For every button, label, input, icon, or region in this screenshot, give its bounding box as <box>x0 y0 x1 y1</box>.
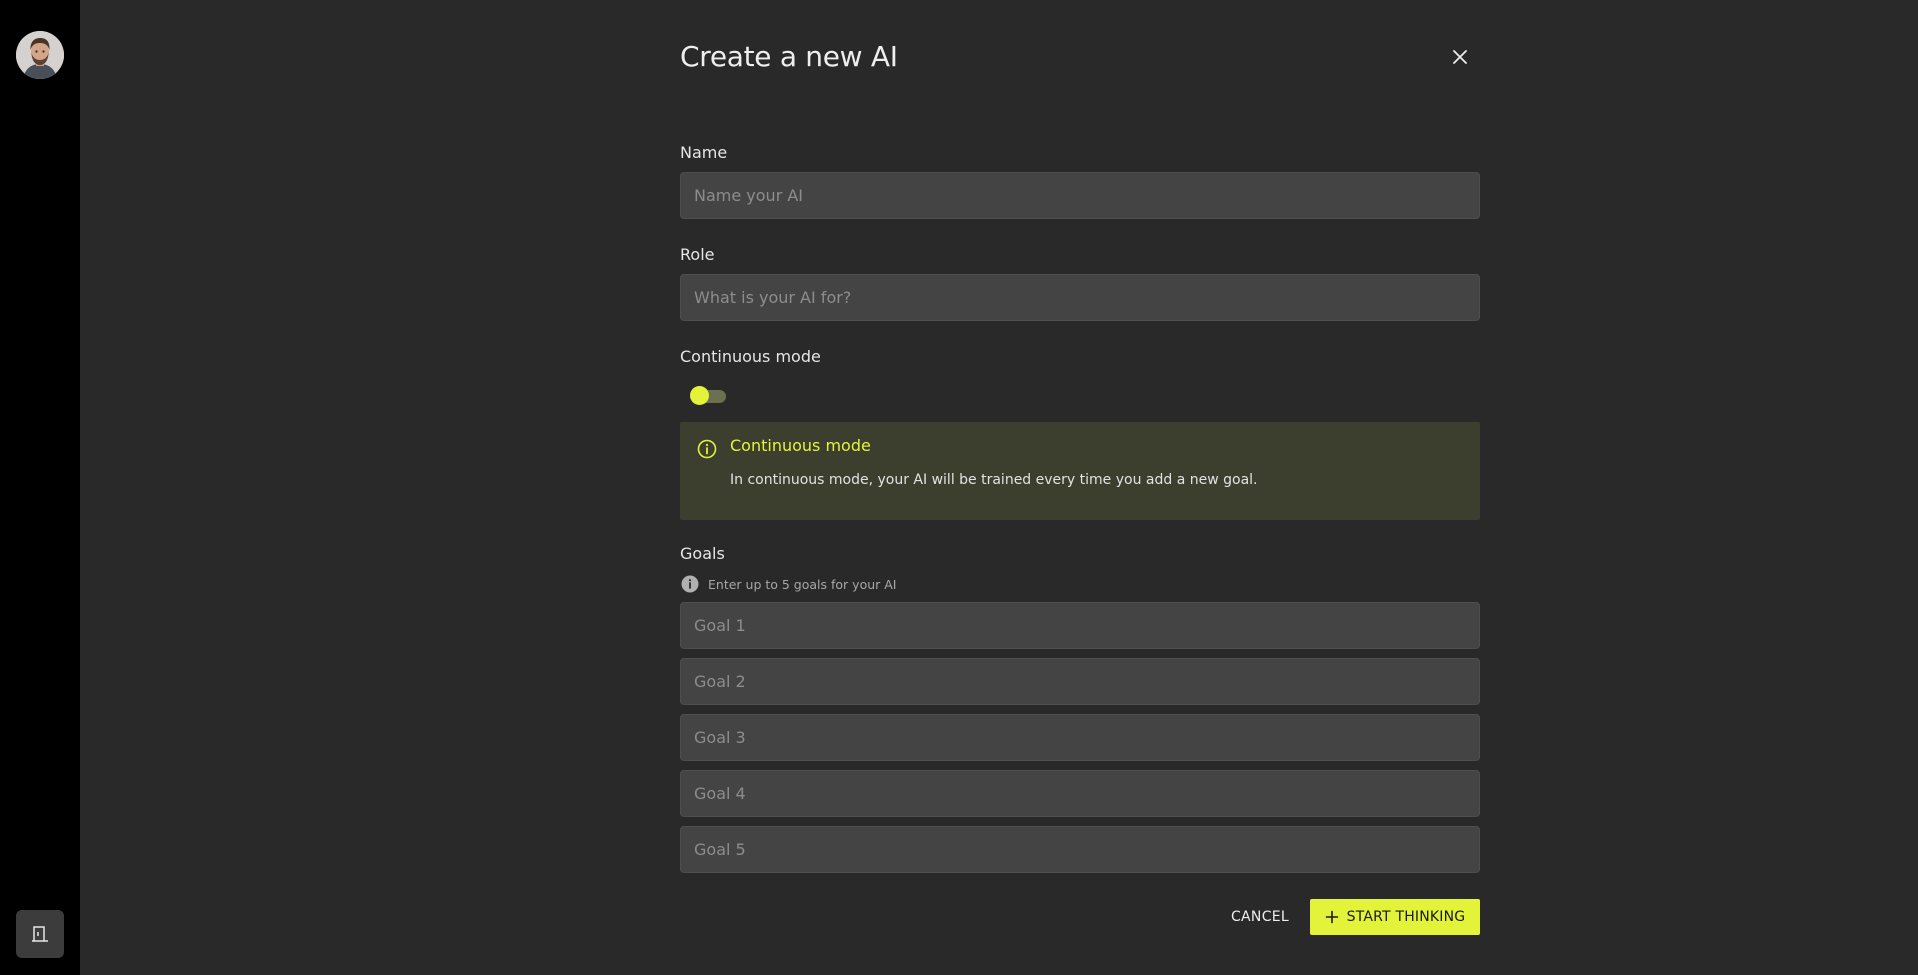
goal-1-input[interactable] <box>680 602 1480 649</box>
goal-2-input[interactable] <box>680 658 1480 705</box>
continuous-mode-info: Continuous mode In continuous mode, your… <box>680 422 1480 520</box>
exit-door-icon <box>32 926 48 942</box>
cancel-button[interactable]: CANCEL <box>1210 899 1310 935</box>
sidebar <box>0 0 80 975</box>
name-input[interactable] <box>680 172 1480 219</box>
close-button[interactable] <box>1449 46 1471 68</box>
goals-hint: Enter up to 5 goals for your AI <box>708 577 897 592</box>
continuous-mode-toggle[interactable] <box>690 386 726 405</box>
main-area: Create a new AI Name Role Continuous mod… <box>80 0 1918 975</box>
role-input[interactable] <box>680 274 1480 321</box>
close-icon <box>1453 50 1467 64</box>
exit-button[interactable] <box>16 910 64 958</box>
info-text: In continuous mode, your AI will be trai… <box>730 472 1258 488</box>
info-title: Continuous mode <box>730 436 871 455</box>
goals-label: Goals <box>680 544 725 563</box>
plus-icon <box>1325 910 1338 924</box>
name-label: Name <box>680 143 728 162</box>
continuous-mode-label: Continuous mode <box>680 347 821 366</box>
goal-5-input[interactable] <box>680 826 1480 873</box>
toggle-knob <box>690 386 709 405</box>
start-thinking-label: START THINKING <box>1346 909 1466 925</box>
goal-4-input[interactable] <box>680 770 1480 817</box>
avatar-image <box>16 31 64 79</box>
info-icon <box>681 575 699 593</box>
dialog-title: Create a new AI <box>680 40 898 73</box>
start-thinking-button[interactable]: START THINKING <box>1310 899 1480 935</box>
user-avatar[interactable] <box>16 31 64 79</box>
info-icon <box>697 439 717 459</box>
goal-3-input[interactable] <box>680 714 1480 761</box>
role-label: Role <box>680 245 715 264</box>
